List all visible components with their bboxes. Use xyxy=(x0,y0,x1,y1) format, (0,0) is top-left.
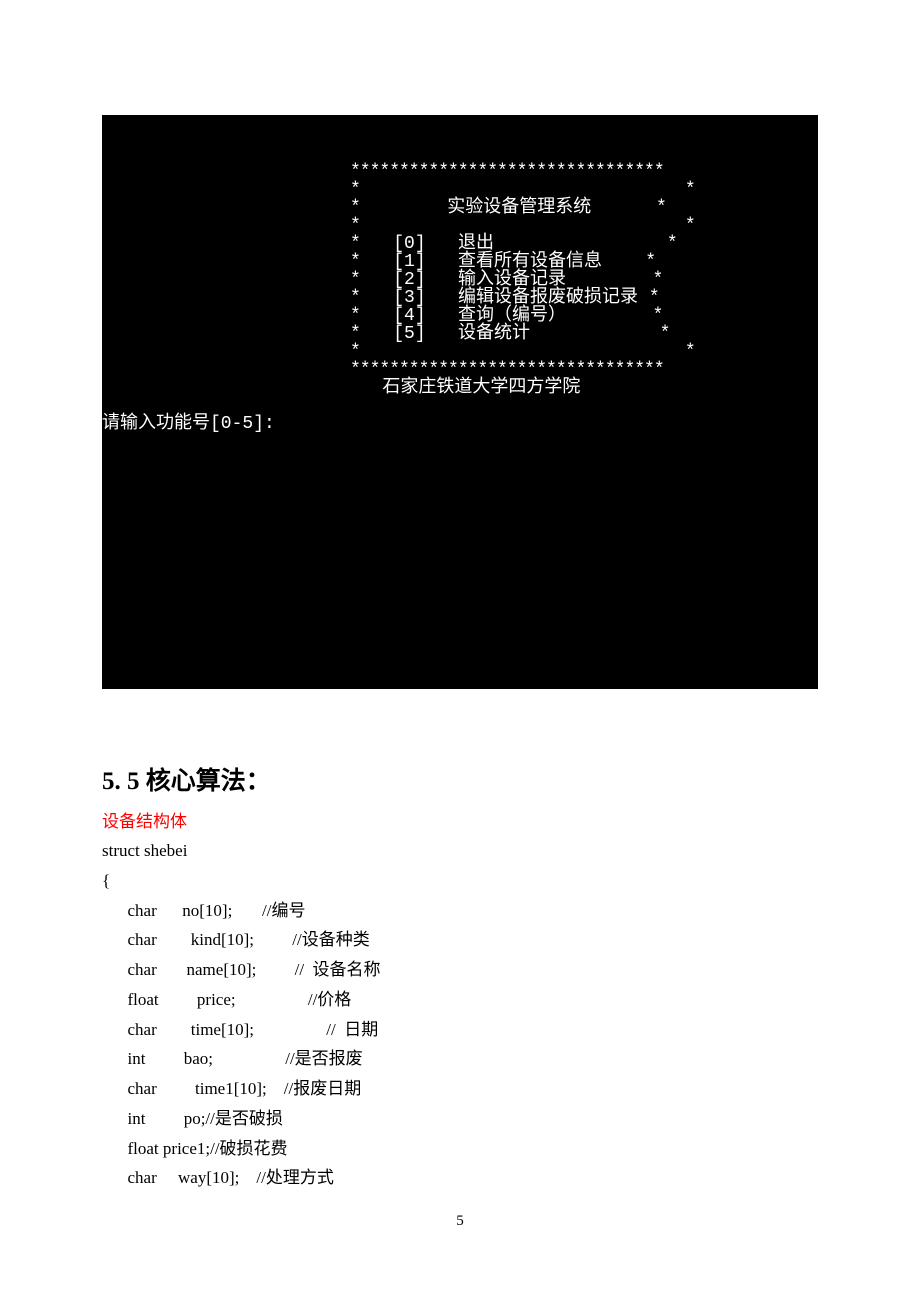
terminal-footer: 石家庄铁道大学四方学院 xyxy=(382,378,580,398)
code-line-7: int bao; //是否报废 xyxy=(102,1049,363,1068)
code-block: struct shebei { char no[10]; //编号 char k… xyxy=(102,836,818,1193)
row-blank-left: * xyxy=(350,180,361,200)
menu-label-1: 查看所有设备信息 xyxy=(458,252,602,272)
code-line-6: char time[10]; // 日期 xyxy=(102,1020,378,1039)
code-line-9: int po;//是否破损 xyxy=(102,1109,283,1128)
terminal-prompt: 请输入功能号[0-5]: xyxy=(102,414,275,434)
menu-block: ******************************** * * * 实… xyxy=(102,163,818,397)
row-blank-right: * xyxy=(685,180,696,200)
page-number: 5 xyxy=(0,1213,920,1230)
code-line-11: char way[10]; //处理方式 xyxy=(102,1168,334,1187)
menu-label-5: 设备统计 xyxy=(458,324,530,344)
menu-label-4: 查询（编号） xyxy=(458,306,566,326)
row-blank3-right: * xyxy=(685,342,696,362)
row-title-right: * xyxy=(656,198,667,218)
row4-right: * xyxy=(652,306,663,326)
border-top: ******************************** xyxy=(350,162,664,182)
menu-key-3: [3] xyxy=(393,288,425,308)
code-line-5: float price; //价格 xyxy=(102,990,351,1009)
menu-key-0: [0] xyxy=(393,234,425,254)
code-line-4: char name[10]; // 设备名称 xyxy=(102,960,381,979)
code-line-3: char kind[10]; //设备种类 xyxy=(102,930,370,949)
menu-key-1: [1] xyxy=(393,252,425,272)
menu-label-3: 编辑设备报废破损记录 xyxy=(458,288,638,308)
menu-key-5: [5] xyxy=(393,324,425,344)
row-blank3-left: * xyxy=(350,342,361,362)
document-page: ******************************** * * * 实… xyxy=(0,0,920,1193)
row0-left: * xyxy=(350,234,361,254)
row1-right: * xyxy=(645,252,656,272)
code-line-2: char no[10]; //编号 xyxy=(102,901,306,920)
section-subhead: 设备结构体 xyxy=(102,807,818,832)
section-core-algorithm: 5. 5 核心算法： 设备结构体 struct shebei { char no… xyxy=(102,761,818,1193)
border-bottom: ******************************** xyxy=(350,360,664,380)
row5-left: * xyxy=(350,324,361,344)
code-line-10: float price1;//破损花费 xyxy=(102,1139,288,1158)
code-line-0: struct shebei xyxy=(102,841,187,860)
row-blank2-right: * xyxy=(685,216,696,236)
menu-title: 实验设备管理系统 xyxy=(447,198,591,218)
code-line-8: char time1[10]; //报废日期 xyxy=(102,1079,361,1098)
row2-right: * xyxy=(652,270,663,290)
row1-left: * xyxy=(350,252,361,272)
row3-left: * xyxy=(350,288,361,308)
menu-key-4: [4] xyxy=(393,306,425,326)
code-line-1: { xyxy=(102,871,110,890)
menu-key-2: [2] xyxy=(393,270,425,290)
row5-right: * xyxy=(660,324,671,344)
terminal-screenshot: ******************************** * * * 实… xyxy=(102,115,818,689)
row-title-left: * xyxy=(350,198,361,218)
menu-label-0: 退出 xyxy=(458,234,494,254)
row2-left: * xyxy=(350,270,361,290)
section-heading: 5. 5 核心算法： xyxy=(102,761,818,797)
row-blank2-left: * xyxy=(350,216,361,236)
row3-right: * xyxy=(649,288,660,308)
menu-label-2: 输入设备记录 xyxy=(458,270,566,290)
row4-left: * xyxy=(350,306,361,326)
row0-right: * xyxy=(667,234,678,254)
